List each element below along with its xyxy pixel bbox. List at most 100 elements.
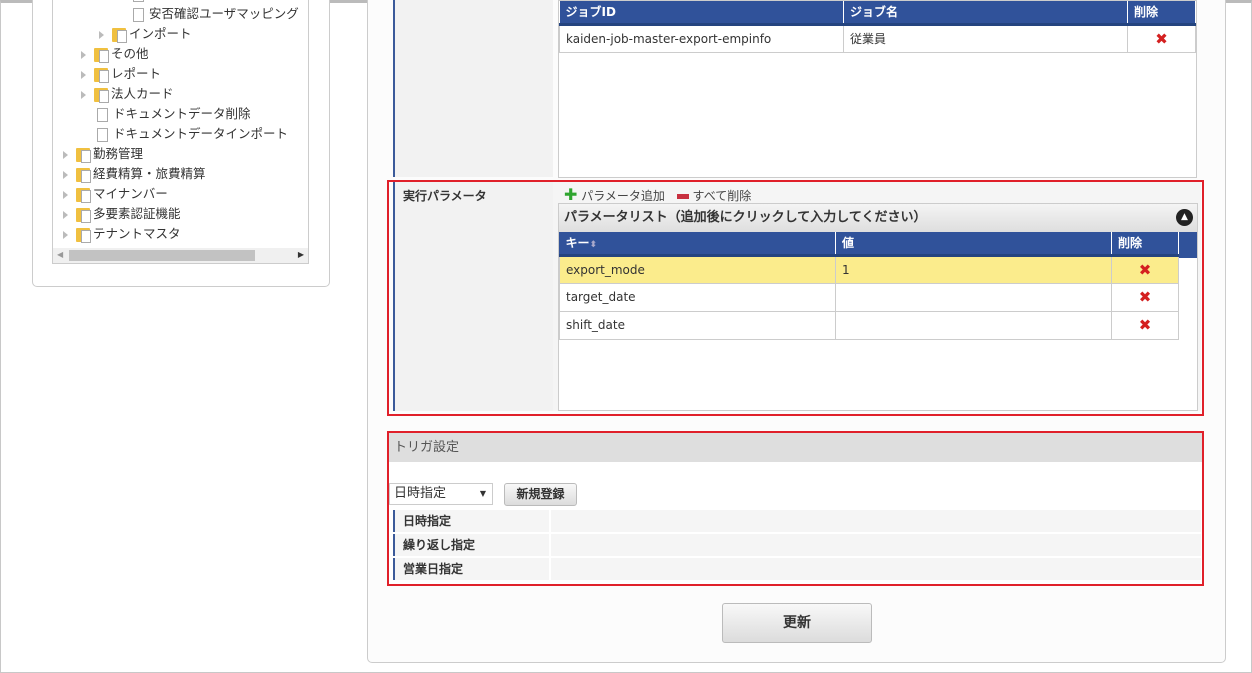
expand-icon[interactable] xyxy=(81,90,86,99)
folder-icon xyxy=(76,187,91,203)
scroll-left-icon[interactable]: ◀ xyxy=(57,250,63,259)
tree-item[interactable]: マイナンバー xyxy=(63,184,168,204)
folder-icon xyxy=(94,67,109,83)
folder-icon xyxy=(94,87,109,103)
expand-icon[interactable] xyxy=(99,30,104,39)
delete-all-label: すべて削除 xyxy=(692,189,752,203)
add-param-button[interactable]: ✚ パラメータ追加 xyxy=(564,185,665,204)
tree-label: 勤務管理 xyxy=(93,146,144,161)
delete-icon[interactable]: ✖ xyxy=(1111,282,1179,312)
scroll-right-icon[interactable]: ▶ xyxy=(298,250,304,259)
tree-label: 経費精算・旅費精算 xyxy=(93,166,206,181)
tree-item[interactable]: その他 xyxy=(81,44,149,64)
trigger-row: 営業日指定 xyxy=(393,558,1201,580)
jobs-table: ジョブID ジョブ名 削除 kaiden-job-master-export-emp… xyxy=(559,1,1196,53)
document-icon xyxy=(133,0,144,2)
col-job-id: ジョブID xyxy=(559,1,844,26)
folder-icon xyxy=(112,27,127,43)
param-list-title: パラメータリスト（追加後にクリックして入力してください） xyxy=(564,210,927,225)
dropdown-arrow-icon: ▼ xyxy=(479,489,486,498)
tree-label: その他 xyxy=(111,46,149,61)
folder-icon xyxy=(76,147,91,163)
delete-icon[interactable]: ✖ xyxy=(1127,23,1196,53)
tree-item[interactable]: 多要素認証機能 xyxy=(63,204,181,224)
expand-icon[interactable] xyxy=(81,50,86,59)
horizontal-scrollbar[interactable]: ◀ ▶ xyxy=(53,248,308,263)
minus-icon xyxy=(676,194,689,199)
plus-icon: ✚ xyxy=(564,185,578,204)
tree-label: マイナンバー xyxy=(93,186,168,201)
trigger-row: 繰り返し指定 xyxy=(393,534,1201,556)
param-list-panel: パラメータリスト（追加後にクリックして入力してください） ▲ キー⬍ 値削除 ex… xyxy=(558,203,1198,411)
table-row[interactable]: target_date ✖ xyxy=(559,282,1179,312)
select-value: 日時指定 xyxy=(394,486,447,501)
col-delete: 削除 xyxy=(1111,232,1179,257)
expand-icon[interactable] xyxy=(81,70,86,79)
new-register-button[interactable]: 新規登録 xyxy=(504,483,577,506)
param-key[interactable]: shift_date xyxy=(559,310,836,340)
trigger-row-label: 営業日指定 xyxy=(393,558,551,580)
tree-label: 多要素認証機能 xyxy=(93,206,181,221)
col-key[interactable]: キー⬍ xyxy=(559,232,836,257)
delete-icon[interactable]: ✖ xyxy=(1111,310,1179,340)
sort-icon[interactable]: ⬍ xyxy=(590,240,598,250)
tree-label: ドキュメントデータインポート xyxy=(113,126,289,141)
param-key[interactable]: export_mode xyxy=(559,254,836,284)
tree-item[interactable]: ドキュメントデータインポート xyxy=(97,124,288,144)
update-button[interactable]: 更新 xyxy=(722,603,872,643)
trigger-type-select[interactable]: 日時指定 ▼ xyxy=(389,483,493,505)
scrollbar-thumb[interactable] xyxy=(69,250,255,261)
trigger-row-label: 繰り返し指定 xyxy=(393,534,551,556)
jobs-panel: ジョブID ジョブ名 削除 kaiden-job-master-export-emp… xyxy=(558,0,1197,178)
tree-item[interactable]: レポート xyxy=(81,64,161,84)
params-label-column: 実行パラメータ xyxy=(393,182,553,411)
job-name: 従業員 xyxy=(843,23,1128,53)
expand-icon[interactable] xyxy=(63,170,68,179)
jobs-label-column xyxy=(393,0,553,177)
expand-icon[interactable] xyxy=(63,150,68,159)
document-icon xyxy=(97,127,108,142)
table-row[interactable]: shift_date ✖ xyxy=(559,310,1179,340)
delete-icon[interactable]: ✖ xyxy=(1111,254,1179,284)
tree-item[interactable]: 経費精算・旅費精算 xyxy=(63,164,206,184)
trigger-row: 日時指定 xyxy=(393,510,1201,532)
document-icon xyxy=(97,107,108,122)
collapse-icon[interactable]: ▲ xyxy=(1176,209,1193,226)
param-value[interactable] xyxy=(835,282,1112,312)
tree-label: 法人カード xyxy=(111,86,174,101)
params-label: 実行パラメータ xyxy=(403,189,487,203)
expand-icon[interactable] xyxy=(63,230,68,239)
param-list-header: パラメータリスト（追加後にクリックして入力してください） ▲ xyxy=(559,204,1197,232)
add-param-label: パラメータ追加 xyxy=(581,189,665,203)
folder-icon xyxy=(94,47,109,63)
tree-item[interactable]: テナントマスタ xyxy=(63,224,181,244)
table-row[interactable]: export_mode 1 ✖ xyxy=(559,254,1179,284)
expand-icon[interactable] xyxy=(63,210,68,219)
tree-item[interactable]: 勤務管理 xyxy=(63,144,143,164)
tree-label: 安否確認ユーザマッピング xyxy=(149,6,299,21)
col-value: 値 xyxy=(835,232,1112,257)
tree-item[interactable]: インポート xyxy=(99,24,192,44)
param-value[interactable]: 1 xyxy=(835,254,1112,284)
delete-all-button[interactable]: すべて削除 xyxy=(676,189,752,203)
expand-icon[interactable] xyxy=(63,190,68,199)
params-toolbar: ✚ パラメータ追加 すべて削除 xyxy=(564,185,751,204)
tree-item[interactable]: 法人カード xyxy=(81,84,174,104)
folder-icon xyxy=(76,227,91,243)
col-key-label: キー xyxy=(565,236,590,251)
folder-icon xyxy=(76,167,91,183)
param-key[interactable]: target_date xyxy=(559,282,836,312)
menu-tree: 安否確認ユーザマッピング インポート その他 レポート 法人カード ドキュメント… xyxy=(52,0,309,264)
col-delete: 削除 xyxy=(1127,1,1196,26)
param-value[interactable] xyxy=(835,310,1112,340)
tree-label: ドキュメントデータ削除 xyxy=(113,106,251,121)
col-job-name: ジョブ名 xyxy=(843,1,1128,26)
folder-icon xyxy=(76,207,91,223)
table-row[interactable]: kaiden-job-master-export-empinfo 従業員 ✖ xyxy=(559,23,1196,53)
tree-label: レポート xyxy=(111,66,162,81)
trigger-row-label: 日時指定 xyxy=(393,510,551,532)
tree-item[interactable]: ドキュメントデータ削除 xyxy=(97,104,251,124)
tree-label: インポート xyxy=(129,26,192,41)
tree-item[interactable]: 安否確認ユーザマッピング xyxy=(133,4,299,24)
document-icon xyxy=(133,7,144,22)
